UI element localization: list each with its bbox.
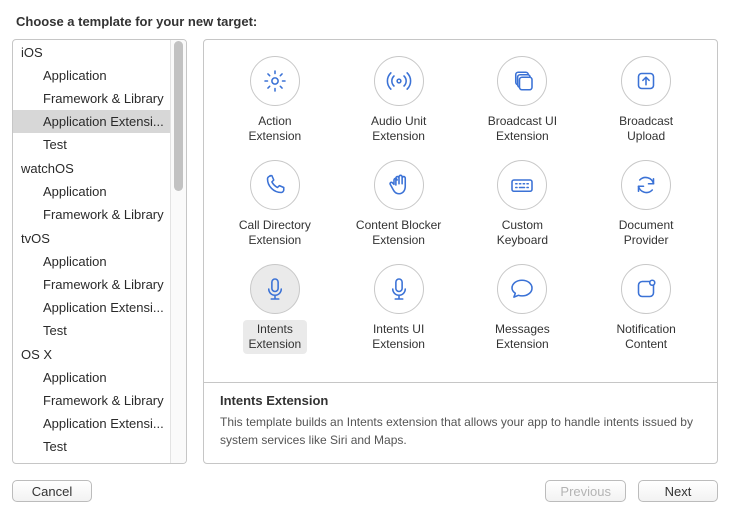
category-item[interactable]: Application Extensi... <box>13 296 170 319</box>
template-item[interactable]: Audio UnitExtension <box>342 50 456 150</box>
category-item[interactable]: Test <box>13 319 170 342</box>
audio-icon <box>374 56 424 106</box>
category-item[interactable]: Application <box>13 250 170 273</box>
template-grid: ActionExtension Audio UnitExtension Broadc… <box>204 40 717 382</box>
detail-heading: Intents Extension <box>220 393 701 408</box>
cancel-button[interactable]: Cancel <box>12 480 92 502</box>
template-label: Broadcast UIExtension <box>482 112 563 146</box>
refresh-icon <box>621 160 671 210</box>
template-item[interactable]: MessagesExtension <box>466 258 580 358</box>
template-item[interactable]: ActionExtension <box>218 50 332 150</box>
upload-icon <box>621 56 671 106</box>
category-item[interactable]: Framework & Library <box>13 203 170 226</box>
template-label: CustomKeyboard <box>491 216 554 250</box>
template-item[interactable]: Intents UIExtension <box>342 258 456 358</box>
platform-label[interactable]: iOS <box>13 40 170 64</box>
mic-alt-icon <box>374 264 424 314</box>
sidebar-scrollbar-track[interactable] <box>170 40 186 463</box>
template-label: IntentsExtension <box>243 320 308 354</box>
category-item[interactable]: Application <box>13 180 170 203</box>
sidebar-scrollbar-thumb[interactable] <box>174 41 183 191</box>
template-label: ActionExtension <box>243 112 308 146</box>
category-item[interactable]: Test <box>13 133 170 156</box>
template-label: MessagesExtension <box>489 320 556 354</box>
template-item[interactable]: CustomKeyboard <box>466 154 580 254</box>
template-label: Call DirectoryExtension <box>233 216 317 250</box>
dialog-title: Choose a template for your new target: <box>16 14 716 29</box>
template-item[interactable]: Call DirectoryExtension <box>218 154 332 254</box>
template-item[interactable]: IntentsExtension <box>218 258 332 358</box>
platform-label[interactable]: OS X <box>13 342 170 366</box>
gear-icon <box>250 56 300 106</box>
category-item[interactable]: Application Extensi... <box>13 412 170 435</box>
template-label: Intents UIExtension <box>366 320 431 354</box>
hand-icon <box>374 160 424 210</box>
platform-label[interactable]: tvOS <box>13 226 170 250</box>
square-dot-icon <box>621 264 671 314</box>
template-item[interactable]: NotificationContent <box>589 258 703 358</box>
template-label: NotificationContent <box>610 320 681 354</box>
template-label: BroadcastUpload <box>613 112 679 146</box>
category-item[interactable]: Application Extensi... <box>13 110 170 133</box>
template-label: Audio UnitExtension <box>365 112 432 146</box>
next-button[interactable]: Next <box>638 480 718 502</box>
template-item[interactable]: Broadcast UIExtension <box>466 50 580 150</box>
template-label: DocumentProvider <box>613 216 680 250</box>
template-item[interactable]: DocumentProvider <box>589 154 703 254</box>
category-sidebar: iOSApplicationFramework & LibraryApplica… <box>12 39 187 464</box>
category-item[interactable]: Application <box>13 366 170 389</box>
template-item[interactable]: BroadcastUpload <box>589 50 703 150</box>
category-item[interactable]: Test <box>13 435 170 458</box>
platform-label[interactable]: watchOS <box>13 156 170 180</box>
mic-icon <box>250 264 300 314</box>
bubble-icon <box>497 264 547 314</box>
previous-button[interactable]: Previous <box>545 480 626 502</box>
category-item[interactable]: Application <box>13 64 170 87</box>
keyboard-icon <box>497 160 547 210</box>
category-item[interactable]: Framework & Library <box>13 87 170 110</box>
phone-icon <box>250 160 300 210</box>
stacked-icon <box>497 56 547 106</box>
detail-text: This template builds an Intents extensio… <box>220 414 701 449</box>
template-item[interactable]: Content BlockerExtension <box>342 154 456 254</box>
template-label: Content BlockerExtension <box>350 216 447 250</box>
category-item[interactable]: Framework & Library <box>13 273 170 296</box>
category-item[interactable]: Framework & Library <box>13 389 170 412</box>
